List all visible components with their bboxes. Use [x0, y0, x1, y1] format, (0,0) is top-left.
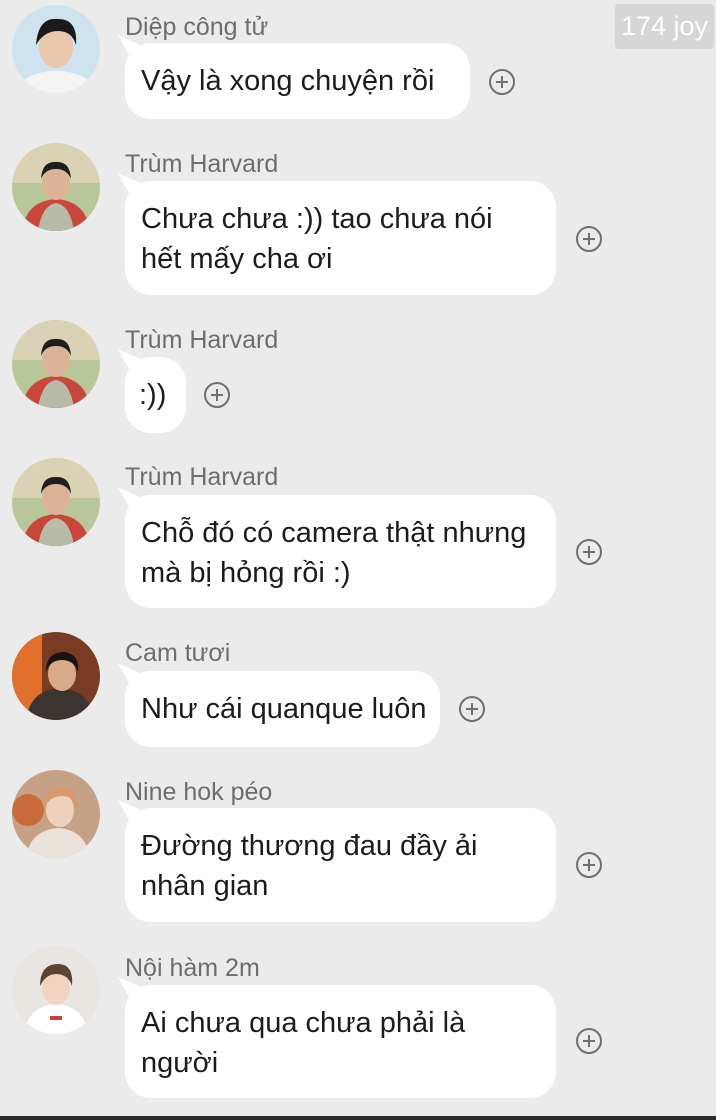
watermark: 174 joy	[615, 4, 714, 49]
avatar-photo	[12, 458, 100, 546]
sender-name: Trùm Harvard	[125, 463, 279, 491]
message-bubble[interactable]: Đường thương đau đầy ải nhân gian	[125, 808, 556, 922]
avatar-photo	[12, 320, 100, 408]
add-reaction-icon[interactable]	[576, 852, 602, 878]
sender-name: Nine hok péo	[125, 778, 273, 806]
message-bubble[interactable]: Vậy là xong chuyện rồi	[125, 43, 470, 119]
sender-name: Trùm Harvard	[125, 326, 279, 354]
add-reaction-icon[interactable]	[576, 1028, 602, 1054]
message-bubble[interactable]: Chưa chưa :)) tao chưa nói hết mấy cha ơ…	[125, 181, 556, 295]
sender-name: Trùm Harvard	[125, 150, 279, 178]
avatar-7[interactable]	[12, 946, 100, 1034]
avatar-photo	[12, 5, 100, 93]
add-reaction-icon[interactable]	[459, 696, 485, 722]
add-reaction-icon[interactable]	[576, 539, 602, 565]
avatar-photo	[12, 632, 100, 720]
sender-name: Cam tươi	[125, 639, 231, 667]
avatar-3[interactable]	[12, 320, 100, 408]
avatar-5[interactable]	[12, 632, 100, 720]
add-reaction-icon[interactable]	[204, 382, 230, 408]
avatar-photo	[12, 770, 100, 858]
message-bubble[interactable]: Ai chưa qua chưa phải là người	[125, 985, 556, 1098]
avatar-photo	[12, 143, 100, 231]
add-reaction-icon[interactable]	[489, 69, 515, 95]
message-bubble[interactable]: Chỗ đó có camera thật nhưng mà bị hỏng r…	[125, 495, 556, 608]
sender-name: Diệp công tử	[125, 13, 269, 41]
message-bubble[interactable]: :))	[125, 357, 186, 433]
avatar-6[interactable]	[12, 770, 100, 858]
avatar-photo	[12, 946, 100, 1034]
bottom-divider	[0, 1116, 716, 1120]
sender-name: Nội hàm 2m	[125, 954, 260, 982]
avatar-1[interactable]	[12, 5, 100, 93]
add-reaction-icon[interactable]	[576, 226, 602, 252]
avatar-4[interactable]	[12, 458, 100, 546]
message-bubble[interactable]: Như cái quanque luôn	[125, 671, 440, 747]
avatar-2[interactable]	[12, 143, 100, 231]
chat-screen: 174 joy Diệp công tử Vậy là xong chuyện …	[0, 0, 716, 1120]
